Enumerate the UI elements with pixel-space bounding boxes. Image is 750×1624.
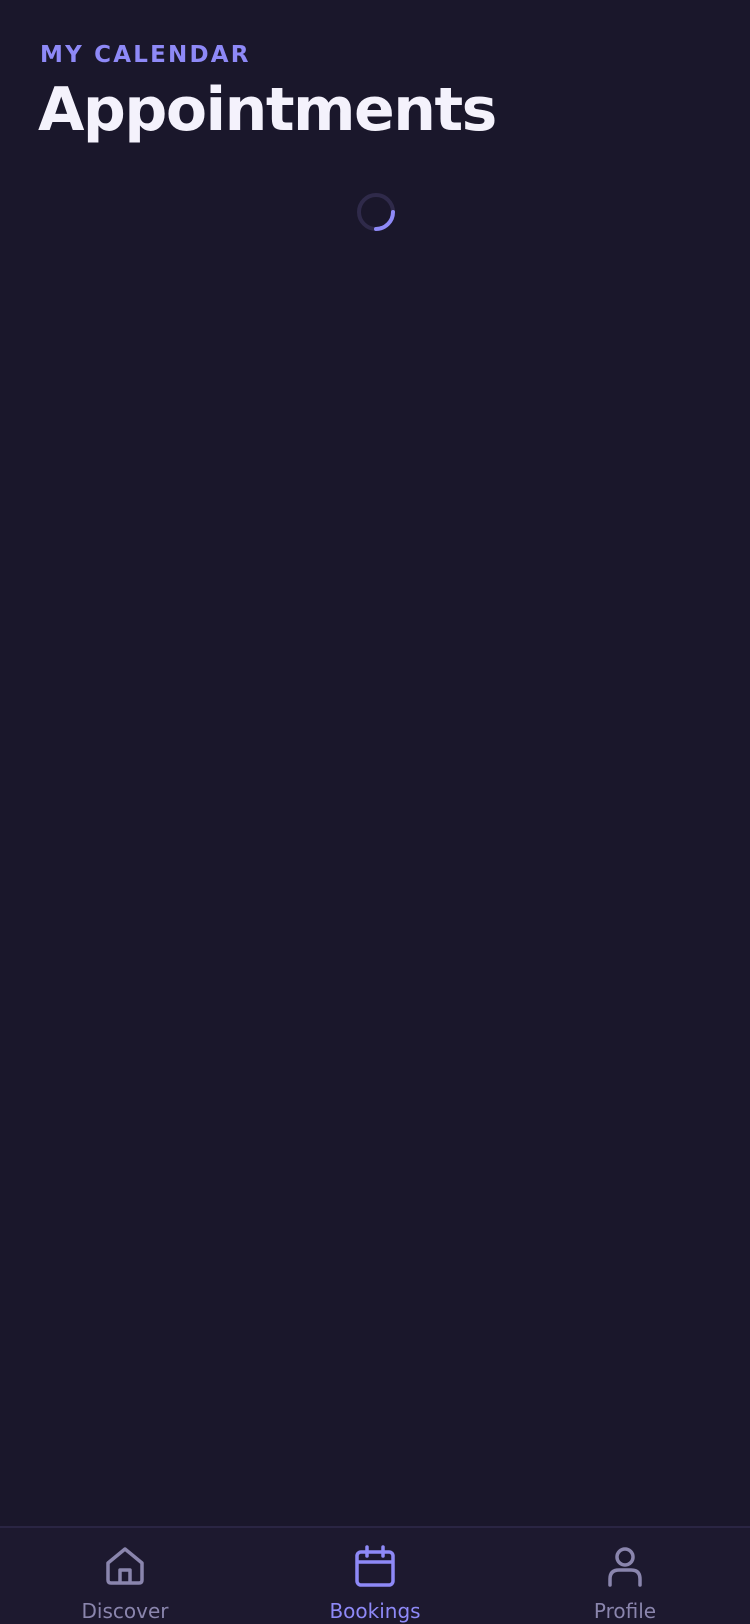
section-eyebrow: MY CALENDAR	[40, 42, 251, 68]
page-title: Appointments	[38, 75, 497, 145]
loading-spinner-icon	[357, 193, 395, 231]
user-icon	[608, 1547, 642, 1587]
tab-label-discover: Discover	[81, 1599, 169, 1623]
home-icon	[106, 1547, 144, 1585]
tab-profile[interactable]: Profile	[500, 1528, 750, 1624]
tab-discover[interactable]: Discover	[0, 1528, 250, 1624]
calendar-icon	[355, 1545, 395, 1587]
bottom-tab-bar: Discover Bookings Profile	[0, 1526, 750, 1624]
page-header: MY CALENDAR Appointments	[38, 40, 497, 146]
tab-bookings[interactable]: Bookings	[250, 1528, 500, 1624]
tab-label-profile: Profile	[593, 1599, 657, 1623]
tab-label-bookings: Bookings	[329, 1599, 421, 1623]
